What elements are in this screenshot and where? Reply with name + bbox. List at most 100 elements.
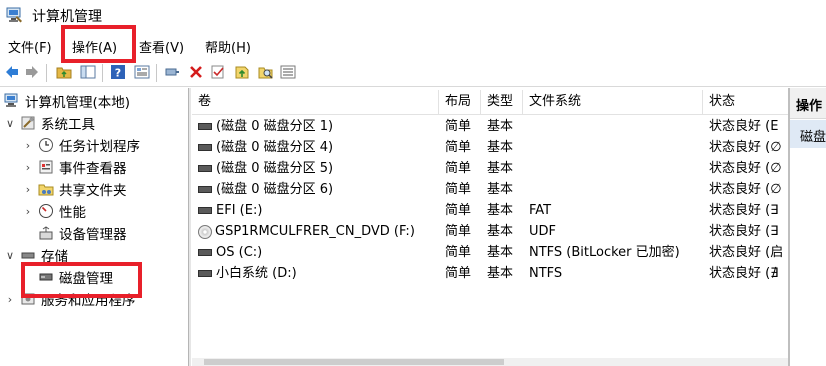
- horizontal-scrollbar[interactable]: [192, 358, 788, 366]
- navigation-tree: 计算机管理(本地) ∨ 系统工具 › 任务计划程序 › 事件查看器 › 共享文件…: [0, 88, 188, 366]
- table-row[interactable]: (磁盘 0 磁盘分区 4) 简单 基本 状态良好 (∅: [192, 137, 788, 158]
- device-manager-icon: [39, 226, 53, 240]
- optical-disc-icon: [198, 224, 212, 239]
- toolbar-separator: [102, 64, 103, 82]
- chevron-right-icon[interactable]: ›: [22, 139, 34, 152]
- cell-volume: GSP1RMCULFRER_CN_DVD (F:): [215, 224, 415, 239]
- tree-item-event-viewer[interactable]: › 事件查看器: [22, 157, 127, 177]
- cell-filesystem: [523, 116, 703, 137]
- column-header-volume[interactable]: 卷: [192, 90, 439, 114]
- search-folder-icon[interactable]: [258, 64, 274, 80]
- chevron-down-icon[interactable]: ∨: [4, 249, 16, 262]
- drive-icon: [198, 144, 212, 151]
- clock-icon: [39, 138, 53, 152]
- list-view-icon[interactable]: [280, 64, 296, 80]
- tree-label: 任务计划程序: [59, 139, 140, 155]
- chevron-right-icon[interactable]: ›: [4, 293, 16, 306]
- chevron-right-icon[interactable]: ›: [22, 205, 34, 218]
- chevron-right-icon[interactable]: ›: [22, 161, 34, 174]
- tree-item-root[interactable]: 计算机管理(本地): [4, 91, 130, 111]
- tree-label: 设备管理器: [59, 227, 127, 243]
- cell-filesystem: UDF: [529, 224, 557, 239]
- menu-help[interactable]: 帮助(H): [205, 37, 251, 56]
- cell-status: 状态良好 (E: [709, 119, 779, 134]
- cell-type: 基本: [487, 245, 514, 260]
- computer-management-icon: [6, 7, 22, 23]
- drive-icon: [198, 123, 212, 130]
- cell-status: 状态良好 (∅: [709, 161, 782, 176]
- event-viewer-icon: [39, 160, 53, 174]
- help-icon[interactable]: ?: [110, 64, 126, 80]
- table-row[interactable]: GSP1RMCULFRER_CN_DVD (F:) 简单 基本 UDF 状态良好…: [192, 221, 788, 242]
- drive-icon: [198, 249, 212, 256]
- tree-label: 计算机管理(本地): [25, 95, 131, 111]
- cell-layout: 简单: [445, 224, 472, 239]
- cell-filesystem: [523, 158, 703, 179]
- window-title: 计算机管理: [32, 9, 102, 25]
- chevron-right-icon[interactable]: ›: [22, 183, 34, 196]
- list-header: 卷 布局 类型 文件系统 状态: [192, 90, 788, 115]
- chevron-down-icon[interactable]: ∨: [4, 117, 16, 130]
- cell-type: 基本: [487, 182, 514, 197]
- cell-filesystem: NTFS (BitLocker 已加密): [529, 245, 680, 260]
- pane-splitter[interactable]: [188, 88, 191, 366]
- table-row[interactable]: 小白系统 (D:) 简单 基本 NTFS 状态良好 (∄: [192, 263, 788, 284]
- tree-item-shared-folders[interactable]: › 共享文件夹: [22, 179, 127, 200]
- highlight-box-action-menu: [61, 25, 136, 63]
- cell-type: 基本: [487, 266, 514, 281]
- computer-management-icon: [4, 93, 18, 107]
- cell-volume: (磁盘 0 磁盘分区 4): [216, 140, 334, 155]
- cell-layout: 简单: [445, 161, 472, 176]
- cell-filesystem: NTFS: [529, 266, 563, 281]
- cell-filesystem: FAT: [529, 203, 552, 218]
- storage-icon: [21, 252, 35, 259]
- back-arrow-icon[interactable]: [4, 64, 20, 80]
- cell-status: 状态良好 (启: [709, 245, 784, 260]
- tree-label: 系统工具: [41, 117, 95, 133]
- column-header-type[interactable]: 类型: [481, 90, 523, 114]
- cell-volume: 小白系统 (D:): [216, 266, 297, 281]
- cell-volume: (磁盘 0 磁盘分区 1): [216, 119, 334, 134]
- svg-text:?: ?: [115, 67, 121, 80]
- tools-icon: [21, 116, 35, 130]
- cell-layout: 简单: [445, 119, 472, 134]
- cell-type: 基本: [487, 140, 514, 155]
- table-row[interactable]: (磁盘 0 磁盘分区 1) 简单 基本 状态良好 (E: [192, 116, 788, 137]
- properties-icon[interactable]: [134, 64, 150, 80]
- toolbar-separator: [46, 64, 47, 82]
- column-header-filesystem[interactable]: 文件系统: [523, 90, 703, 114]
- import-icon[interactable]: [234, 64, 250, 80]
- check-document-icon[interactable]: [210, 64, 226, 80]
- actions-header: 操作: [790, 88, 826, 119]
- scrollbar-thumb[interactable]: [204, 359, 504, 365]
- toolbar-separator: [156, 64, 157, 82]
- column-header-layout[interactable]: 布局: [439, 90, 481, 114]
- table-row[interactable]: OS (C:) 简单 基本 NTFS (BitLocker 已加密) 状态良好 …: [192, 242, 788, 263]
- tree-item-performance[interactable]: › 性能: [22, 201, 86, 221]
- drive-icon: [198, 270, 212, 277]
- actions-section-disk[interactable]: 磁盘: [790, 120, 826, 148]
- tree-item-task-scheduler[interactable]: › 任务计划程序: [22, 135, 140, 155]
- forward-arrow-icon[interactable]: [24, 64, 40, 80]
- table-row[interactable]: EFI (E:) 简单 基本 FAT 状态良好 (∃: [192, 200, 788, 221]
- tree-item-device-manager[interactable]: 设备管理器: [38, 223, 127, 243]
- column-header-status[interactable]: 状态: [703, 90, 788, 114]
- drive-icon: [198, 165, 212, 172]
- tree-label: 性能: [59, 205, 86, 221]
- performance-gauge-icon: [39, 204, 53, 218]
- cell-status: 状态良好 (∅: [709, 182, 782, 197]
- table-row[interactable]: (磁盘 0 磁盘分区 5) 简单 基本 状态良好 (∅: [192, 158, 788, 179]
- tree-item-system-tools[interactable]: ∨ 系统工具: [4, 113, 95, 133]
- up-folder-icon[interactable]: [56, 64, 72, 80]
- menu-file[interactable]: 文件(F): [8, 37, 52, 56]
- table-row[interactable]: (磁盘 0 磁盘分区 6) 简单 基本 状态良好 (∅: [192, 179, 788, 200]
- connect-icon[interactable]: [164, 64, 180, 80]
- shared-folder-icon: [38, 184, 54, 196]
- cell-type: 基本: [487, 224, 514, 239]
- delete-icon[interactable]: [188, 64, 204, 80]
- cell-volume: (磁盘 0 磁盘分区 5): [216, 161, 334, 176]
- show-hide-tree-icon[interactable]: [80, 64, 96, 80]
- menu-view[interactable]: 查看(V): [139, 37, 184, 56]
- cell-filesystem: [523, 137, 703, 158]
- cell-layout: 简单: [445, 182, 472, 197]
